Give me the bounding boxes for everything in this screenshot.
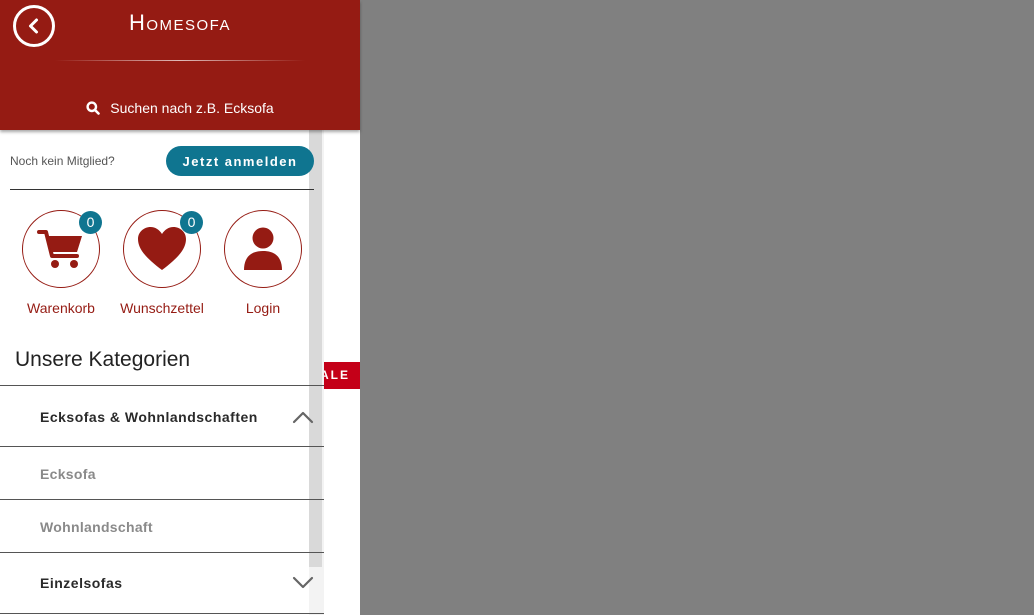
drawer-header: Homesofa Suchen nach z.B. Ecksofa <box>0 0 360 130</box>
membership-prompt: Noch kein Mitglied? <box>10 154 115 168</box>
cart-icon <box>37 230 82 268</box>
brand-divider <box>55 60 305 61</box>
membership-row: Noch kein Mitglied? Jetzt anmelden <box>10 146 314 176</box>
heart-icon <box>138 227 186 270</box>
category-label: Einzelsofas <box>40 575 123 591</box>
wishlist-count-badge: 0 <box>180 211 203 234</box>
cart-link[interactable]: 0 Warenkorb <box>11 210 111 316</box>
search-icon <box>86 101 101 115</box>
cart-label: Warenkorb <box>27 300 95 316</box>
cart-circle: 0 <box>22 210 102 288</box>
subcategory-label: Ecksofa <box>40 465 96 482</box>
category-ecksofas-wohnlandschaften[interactable]: Ecksofas & Wohnlandschaften <box>0 385 324 447</box>
login-circle <box>224 210 302 288</box>
chevron-down-icon[interactable] <box>292 576 314 590</box>
login-label: Login <box>245 300 281 316</box>
chevron-up-icon[interactable] <box>292 410 314 424</box>
login-link[interactable]: Login <box>213 210 313 316</box>
search-placeholder: Suchen nach z.B. Ecksofa <box>110 100 274 116</box>
categories-heading: Unsere Kategorien <box>15 348 191 371</box>
brand-logo[interactable]: Homesofa <box>0 10 360 36</box>
subcategory-label: Wohnlandschaft <box>40 518 153 535</box>
signup-button[interactable]: Jetzt anmelden <box>166 146 314 176</box>
category-einzelsofas[interactable]: Einzelsofas <box>0 552 324 614</box>
user-icon <box>244 227 282 270</box>
wishlist-circle: 0 <box>123 210 203 288</box>
subcategory-wohnlandschaft[interactable]: Wohnlandschaft <box>0 499 324 553</box>
cart-count-badge: 0 <box>79 211 102 234</box>
divider <box>10 189 314 190</box>
wishlist-label: Wunschzettel <box>120 300 204 316</box>
category-label: Ecksofas & Wohnlandschaften <box>40 408 258 425</box>
search-input[interactable]: Suchen nach z.B. Ecksofa <box>0 96 360 120</box>
wishlist-link[interactable]: 0 Wunschzettel <box>112 210 212 316</box>
subcategory-ecksofa[interactable]: Ecksofa <box>0 446 324 500</box>
